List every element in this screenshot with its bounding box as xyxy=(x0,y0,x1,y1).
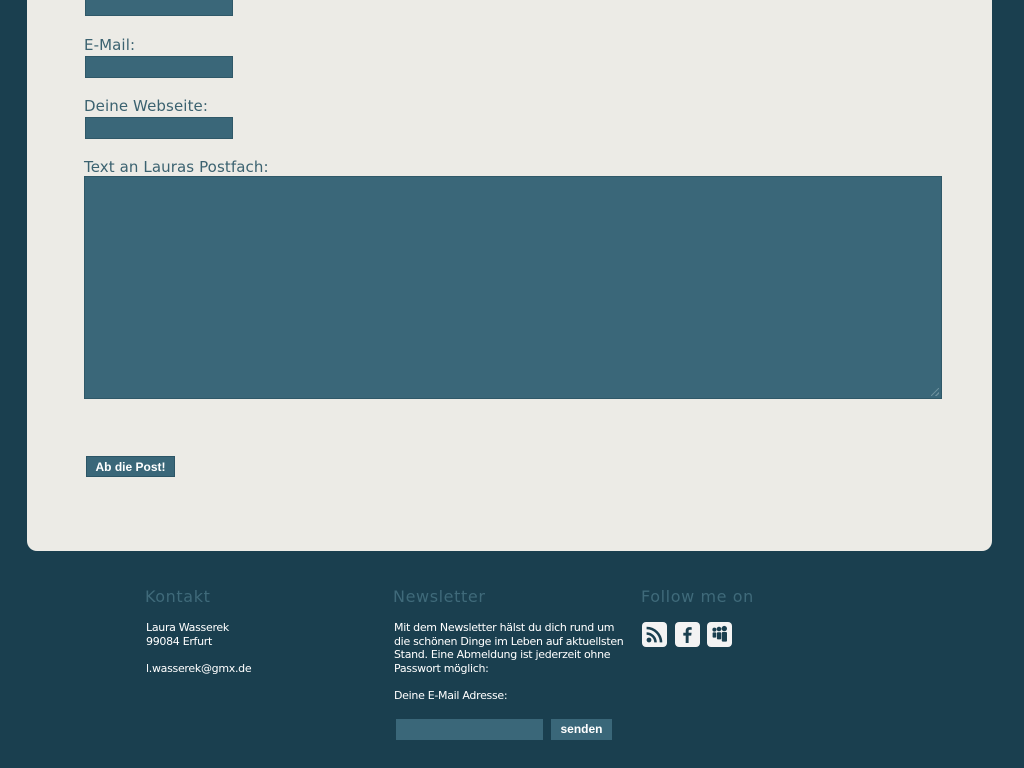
newsletter-email-label: Deine E-Mail Adresse: xyxy=(394,689,508,702)
rss-icon[interactable] xyxy=(642,622,667,647)
message-label: Text an Lauras Postfach: xyxy=(84,158,269,176)
website-field[interactable] xyxy=(85,117,233,139)
submit-button[interactable]: Ab die Post! xyxy=(86,456,175,477)
contact-heading: Kontakt xyxy=(145,587,211,606)
contact-city: 99084 Erfurt xyxy=(146,635,213,648)
facebook-icon[interactable] xyxy=(675,622,700,647)
message-textarea[interactable] xyxy=(84,176,942,399)
website-label: Deine Webseite: xyxy=(84,97,209,115)
contact-email-link[interactable]: l.wasserek@gmx.de xyxy=(146,662,252,676)
follow-heading: Follow me on xyxy=(641,587,754,606)
email-field[interactable] xyxy=(85,56,233,78)
resize-grip-icon[interactable] xyxy=(931,388,939,396)
email-label: E-Mail: xyxy=(84,36,136,54)
newsletter-description: Mit dem Newsletter hälst du dich rund um… xyxy=(394,621,624,675)
name-field[interactable] xyxy=(85,0,233,16)
contact-name: Laura Wasserek xyxy=(146,621,229,634)
newsletter-email-input[interactable] xyxy=(396,719,543,740)
newsletter-send-button[interactable]: senden xyxy=(551,719,612,740)
newsletter-heading: Newsletter xyxy=(393,587,486,606)
myspace-icon[interactable] xyxy=(707,622,732,647)
